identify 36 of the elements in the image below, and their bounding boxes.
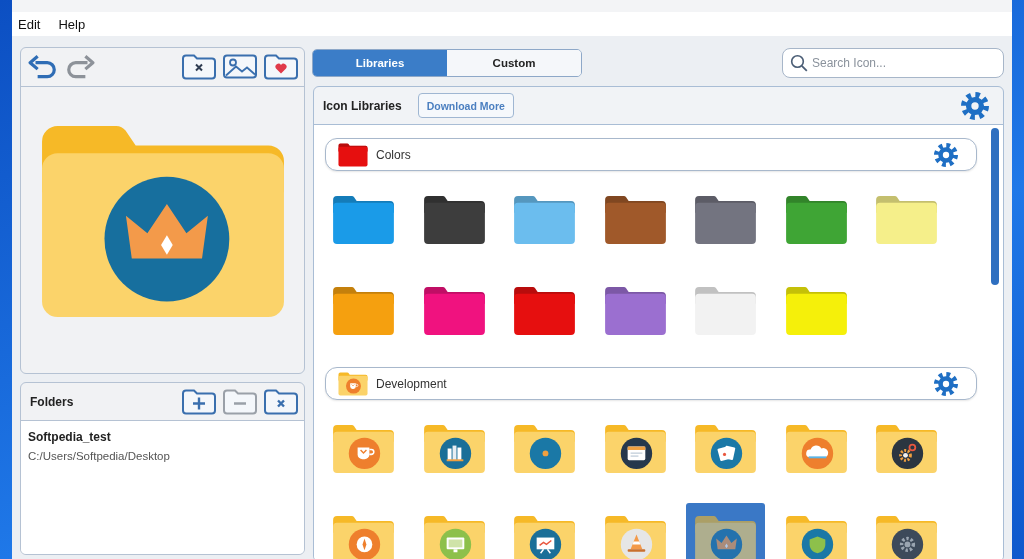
library-name: Colors (376, 147, 411, 162)
tab[interactable]: Libraries (313, 49, 447, 76)
gears-folder-icon (875, 424, 938, 474)
image-icon[interactable] (223, 54, 257, 80)
library-header[interactable]: Development (325, 367, 977, 400)
books-folder-icon (422, 424, 486, 474)
panel-title: Icon Libraries (323, 98, 402, 113)
folder-path: C:/Users/Softpedia/Desktop (28, 449, 171, 464)
folder-x-icon[interactable] (182, 54, 216, 80)
settings-icon[interactable] (961, 91, 989, 120)
folder-plus-icon[interactable] (182, 388, 216, 415)
cog-folder-icon (875, 515, 938, 559)
undo-icon[interactable] (28, 55, 58, 79)
mug-folder-icon (338, 371, 368, 396)
settings-icon[interactable] (934, 371, 958, 396)
download-more-button[interactable]: Download More (417, 93, 514, 118)
cards-folder-icon (694, 424, 757, 474)
panel-title: Folders (30, 394, 74, 409)
cloud-folder-icon (784, 424, 848, 474)
scrollbar-thumb[interactable] (991, 128, 999, 285)
search-field[interactable]: Search Icon... (782, 47, 1004, 78)
folder-x-icon[interactable] (264, 388, 298, 415)
settings-icon[interactable] (934, 142, 958, 167)
shield-folder-icon (784, 515, 848, 559)
library-name: Development (376, 376, 447, 391)
folder-name[interactable]: Softpedia_test (28, 430, 297, 445)
tab[interactable]: Custom (447, 49, 581, 76)
library-header[interactable]: Colors (325, 138, 977, 171)
folder-heart-icon[interactable] (264, 54, 298, 80)
menu-item[interactable]: Help (58, 16, 86, 32)
menu-item[interactable]: Edit (18, 16, 41, 32)
window-folder-icon (603, 424, 667, 474)
search-icon (790, 53, 808, 72)
mug-folder-icon (332, 424, 395, 474)
crown-folder-icon (694, 515, 757, 559)
disc-folder-icon (513, 424, 576, 474)
